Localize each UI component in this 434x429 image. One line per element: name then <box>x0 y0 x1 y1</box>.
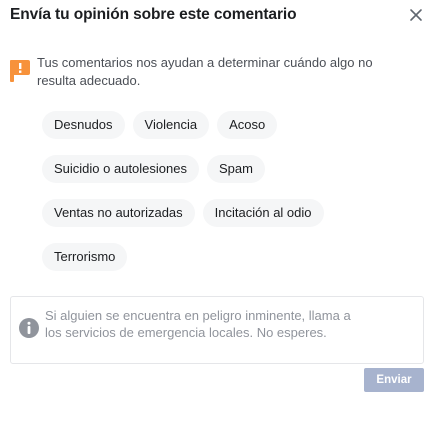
chip-row: Desnudos Violencia Acoso <box>42 111 372 139</box>
chip-spam[interactable]: Spam <box>206 155 265 183</box>
report-feedback-dialog: Envía tu opinión sobre este comentario T… <box>0 0 434 429</box>
notice-text: Tus comentarios nos ayudan a determinar … <box>37 55 373 88</box>
chip-violencia[interactable]: Violencia <box>132 111 210 139</box>
chip-desnudos[interactable]: Desnudos <box>42 111 125 139</box>
send-button[interactable]: Enviar <box>364 368 424 392</box>
close-icon[interactable] <box>408 7 424 23</box>
chip-row: Ventas no autorizadas Incitación al odio <box>42 199 372 227</box>
chip-suicidio[interactable]: Suicidio o autolesiones <box>42 155 199 183</box>
dialog-title: Envía tu opinión sobre este comentario <box>10 6 297 23</box>
chip-row: Suicidio o autolesiones Spam <box>42 155 372 183</box>
chip-terrorismo[interactable]: Terrorismo <box>42 243 128 271</box>
emergency-info-box: Si alguien se encuentra en peligro inmin… <box>10 296 424 364</box>
chip-row: Terrorismo <box>42 243 372 271</box>
chip-incitacion-al-odio[interactable]: Incitación al odio <box>202 199 324 227</box>
chip-acoso[interactable]: Acoso <box>217 111 278 139</box>
chip-ventas-no-autorizadas[interactable]: Ventas no autorizadas <box>42 199 195 227</box>
category-chips: Desnudos Violencia Acoso Suicidio o auto… <box>42 111 372 287</box>
emergency-info-text: Si alguien se encuentra en peligro inmin… <box>45 308 351 340</box>
info-icon <box>19 318 39 338</box>
flag-icon <box>10 60 30 82</box>
dialog-header: Envía tu opinión sobre este comentario <box>10 6 424 28</box>
